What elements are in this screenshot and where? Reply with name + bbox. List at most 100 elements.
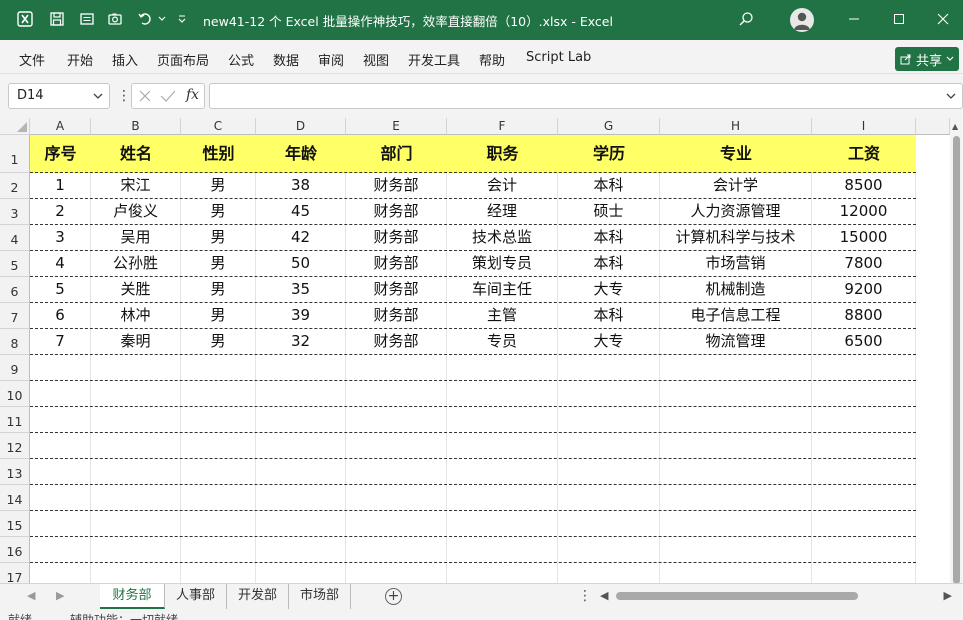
empty-cell[interactable] (558, 511, 660, 536)
add-sheet-button[interactable]: + (385, 588, 402, 605)
empty-cell[interactable] (447, 537, 558, 562)
header-cell[interactable]: 姓名 (91, 135, 181, 173)
table-cell[interactable]: 7800 (812, 251, 916, 276)
empty-cell[interactable] (346, 563, 447, 583)
sheet-tab-hr[interactable]: 人事部 (165, 584, 227, 609)
empty-cell[interactable] (30, 381, 91, 406)
minimize-icon[interactable] (843, 8, 865, 30)
table-cell[interactable]: 策划专员 (447, 251, 558, 276)
row-header-9[interactable]: 9 (0, 355, 30, 381)
tab-splitter-icon[interactable]: ⋮ (578, 588, 592, 604)
table-cell[interactable]: 12000 (812, 199, 916, 224)
empty-cell[interactable] (558, 537, 660, 562)
table-cell[interactable]: 车间主任 (447, 277, 558, 302)
table-cell[interactable]: 秦明 (91, 329, 181, 354)
table-cell[interactable]: 硕士 (558, 199, 660, 224)
sheet-tab-dev[interactable]: 开发部 (227, 584, 289, 609)
empty-cell[interactable] (558, 459, 660, 484)
camera-icon[interactable] (104, 8, 126, 30)
empty-cell[interactable] (181, 537, 256, 562)
empty-cell[interactable] (660, 459, 812, 484)
header-cell[interactable]: 学历 (558, 135, 660, 173)
column-header-g[interactable]: G (558, 118, 660, 135)
share-button[interactable]: 共享 (895, 47, 959, 71)
row-header-10[interactable]: 10 (0, 381, 30, 407)
undo-dropdown-icon[interactable] (151, 8, 173, 30)
empty-cell[interactable] (660, 537, 812, 562)
table-cell[interactable]: 财务部 (346, 199, 447, 224)
menu-formulas[interactable]: 公式 (228, 50, 254, 69)
empty-cell[interactable] (812, 355, 916, 380)
empty-cell[interactable] (181, 459, 256, 484)
name-box[interactable]: D14 (8, 83, 110, 109)
empty-cell[interactable] (346, 485, 447, 510)
row-header-7[interactable]: 7 (0, 303, 30, 329)
avatar[interactable] (790, 8, 814, 32)
empty-cell[interactable] (91, 459, 181, 484)
sheet-tab-marketing[interactable]: 市场部 (289, 584, 351, 609)
column-header-b[interactable]: B (91, 118, 181, 135)
empty-cell[interactable] (346, 407, 447, 432)
table-cell[interactable]: 4 (30, 251, 91, 276)
scroll-tabs-left-icon[interactable]: ◀ (27, 589, 35, 602)
row-header-4[interactable]: 4 (0, 225, 30, 251)
empty-cell[interactable] (660, 511, 812, 536)
table-cell[interactable]: 电子信息工程 (660, 303, 812, 328)
column-header-f[interactable]: F (447, 118, 558, 135)
empty-cell[interactable] (812, 563, 916, 583)
menu-home[interactable]: 开始 (67, 50, 93, 69)
empty-cell[interactable] (181, 433, 256, 458)
table-cell[interactable]: 吴用 (91, 225, 181, 250)
table-cell[interactable]: 机械制造 (660, 277, 812, 302)
column-header-c[interactable]: C (181, 118, 256, 135)
scroll-up-icon[interactable]: ▲ (952, 122, 958, 131)
table-cell[interactable]: 计算机科学与技术 (660, 225, 812, 250)
empty-cell[interactable] (447, 511, 558, 536)
column-header-blank[interactable] (916, 118, 950, 135)
table-cell[interactable]: 男 (181, 199, 256, 224)
empty-cell[interactable] (447, 459, 558, 484)
table-cell[interactable]: 45 (256, 199, 346, 224)
table-cell[interactable]: 经理 (447, 199, 558, 224)
table-cell[interactable]: 林冲 (91, 303, 181, 328)
empty-cell[interactable] (91, 355, 181, 380)
empty-cell[interactable] (256, 355, 346, 380)
row-header-17[interactable]: 17 (0, 563, 30, 583)
empty-cell[interactable] (181, 563, 256, 583)
scroll-tabs-right-icon[interactable]: ▶ (56, 589, 64, 602)
table-cell[interactable]: 会计学 (660, 173, 812, 198)
table-cell[interactable]: 50 (256, 251, 346, 276)
table-cell[interactable]: 主管 (447, 303, 558, 328)
row-header-12[interactable]: 12 (0, 433, 30, 459)
close-icon[interactable] (932, 8, 954, 30)
empty-cell[interactable] (91, 485, 181, 510)
empty-cell[interactable] (346, 537, 447, 562)
formula-input[interactable] (209, 83, 963, 109)
table-cell[interactable]: 8800 (812, 303, 916, 328)
row-header-8[interactable]: 8 (0, 329, 30, 355)
empty-cell[interactable] (812, 485, 916, 510)
menu-insert[interactable]: 插入 (112, 50, 138, 69)
table-cell[interactable]: 物流管理 (660, 329, 812, 354)
empty-cell[interactable] (181, 355, 256, 380)
table-cell[interactable]: 本科 (558, 251, 660, 276)
empty-cell[interactable] (447, 433, 558, 458)
search-icon[interactable] (735, 8, 757, 30)
table-cell[interactable]: 财务部 (346, 329, 447, 354)
header-cell[interactable]: 部门 (346, 135, 447, 173)
sheet-tab-finance[interactable]: 财务部 (100, 584, 165, 609)
empty-cell[interactable] (256, 563, 346, 583)
table-cell[interactable]: 财务部 (346, 303, 447, 328)
row-header-5[interactable]: 5 (0, 251, 30, 277)
table-cell[interactable]: 6 (30, 303, 91, 328)
column-header-e[interactable]: E (346, 118, 447, 135)
empty-cell[interactable] (812, 537, 916, 562)
empty-cell[interactable] (91, 537, 181, 562)
empty-cell[interactable] (91, 511, 181, 536)
empty-cell[interactable] (91, 381, 181, 406)
table-cell[interactable]: 6500 (812, 329, 916, 354)
table-cell[interactable]: 男 (181, 251, 256, 276)
empty-cell[interactable] (558, 485, 660, 510)
empty-cell[interactable] (91, 407, 181, 432)
scroll-left-icon[interactable]: ◀ (600, 589, 608, 602)
